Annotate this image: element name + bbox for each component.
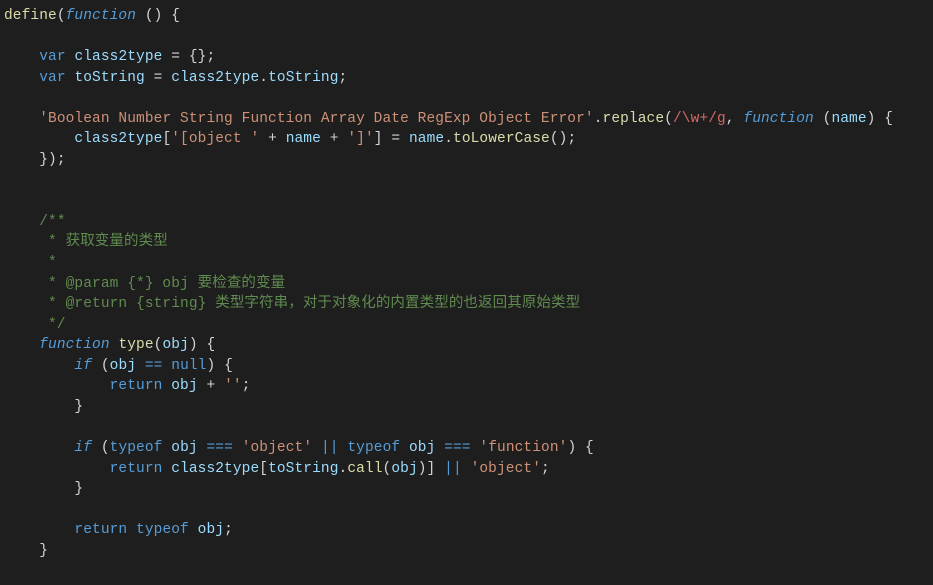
kw-null: null bbox=[171, 358, 206, 374]
jsdoc-l4: * @return {string} 类型字符串，对于对象化的内置类型的也返回其… bbox=[4, 296, 580, 312]
id-toString-decl: toString bbox=[74, 70, 144, 86]
kw-function-outer: function bbox=[66, 8, 136, 24]
kw-var-1: var bbox=[39, 49, 65, 65]
jsdoc-l3: * @param {*} obj 要检查的变量 bbox=[4, 276, 285, 292]
fn-call: call bbox=[347, 461, 382, 477]
regex-word: /\w+/g bbox=[673, 111, 726, 127]
kw-function-type: function bbox=[39, 337, 109, 353]
kw-typeof-2: typeof bbox=[347, 440, 400, 456]
jsdoc-l2: * bbox=[4, 255, 57, 271]
fn-toLowerCase: toLowerCase bbox=[453, 131, 550, 147]
fn-type-decl: type bbox=[118, 337, 153, 353]
kw-if-2: if bbox=[74, 440, 92, 456]
jsdoc-close: */ bbox=[4, 317, 66, 333]
kw-return-1: return bbox=[110, 378, 163, 394]
id-class2type-decl: class2type bbox=[74, 49, 162, 65]
kw-typeof-3: typeof bbox=[136, 522, 189, 538]
code-block: define(function () { var class2type = {}… bbox=[0, 0, 933, 585]
kw-var-2: var bbox=[39, 70, 65, 86]
fn-define: define bbox=[4, 8, 57, 24]
fn-replace: replace bbox=[603, 111, 665, 127]
param-obj: obj bbox=[162, 337, 188, 353]
kw-if-1: if bbox=[74, 358, 92, 374]
string-types: 'Boolean Number String Function Array Da… bbox=[39, 111, 594, 127]
jsdoc-open: /** bbox=[39, 214, 65, 230]
kw-typeof-1: typeof bbox=[110, 440, 163, 456]
jsdoc-l1: * 获取变量的类型 bbox=[4, 234, 168, 250]
kw-return-3: return bbox=[74, 522, 127, 538]
param-name: name bbox=[831, 111, 866, 127]
kw-return-2: return bbox=[110, 461, 163, 477]
